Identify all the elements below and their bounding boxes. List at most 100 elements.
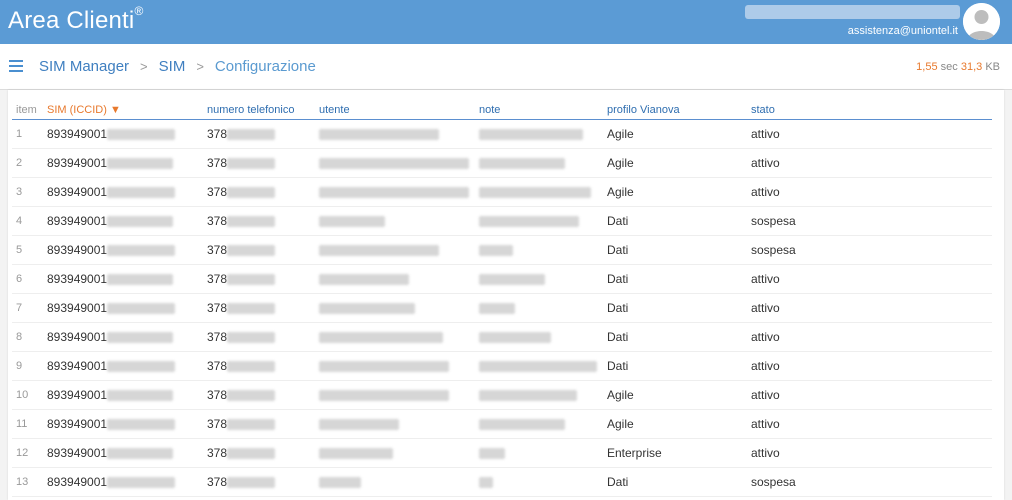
column-header-phone[interactable]: numero telefonico	[203, 102, 315, 120]
column-header-note[interactable]: note	[475, 102, 603, 120]
cell-iccid: 893949001	[43, 148, 203, 178]
breadcrumb-configurazione: Configurazione	[214, 58, 316, 75]
cell-phone: 378	[203, 235, 315, 265]
table-row[interactable]: 5 893949001 378 Dati sospesa	[12, 235, 992, 265]
table-row[interactable]: 4 893949001 378 Dati sospesa	[12, 206, 992, 236]
phone-prefix: 378	[207, 155, 228, 170]
column-header-item[interactable]: item	[12, 102, 43, 120]
cell-item: 1	[12, 119, 43, 149]
cell-stato: attivo	[747, 351, 992, 381]
column-header-iccid[interactable]: SIM (ICCID) ▼	[43, 102, 203, 120]
table-row[interactable]: 3 893949001 378 Agile attivo	[12, 177, 992, 207]
cell-utente	[315, 467, 475, 497]
phone-prefix: 378	[207, 126, 228, 141]
redacted-text	[227, 360, 276, 372]
cell-profilo: Agile	[603, 409, 747, 439]
load-time: 1,55	[916, 61, 938, 73]
app-title: Area Clienti®	[8, 4, 144, 34]
redacted-text	[107, 302, 176, 314]
cell-profilo: Agile	[603, 119, 747, 149]
phone-prefix: 378	[207, 329, 228, 344]
cell-iccid: 893949001	[43, 409, 203, 439]
cell-item: 13	[12, 467, 43, 497]
cell-item: 4	[12, 206, 43, 236]
cell-utente	[315, 235, 475, 265]
table-row[interactable]: 11 893949001 378 Agile attivo	[12, 409, 992, 439]
column-header-utente[interactable]: utente	[315, 102, 475, 120]
redacted-text	[479, 273, 545, 285]
redacted-text	[479, 418, 565, 430]
chevron-right-icon: >	[140, 59, 148, 74]
redacted-text	[227, 273, 276, 285]
table-row[interactable]: 2 893949001 378 Agile attivo	[12, 148, 992, 178]
table-row[interactable]: 1 893949001 378 Agile attivo	[12, 119, 992, 149]
cell-utente	[315, 438, 475, 468]
cell-profilo: Dati	[603, 293, 747, 323]
redacted-text	[479, 447, 505, 459]
cell-stato: attivo	[747, 380, 992, 410]
breadcrumb-sim-manager[interactable]: SIM Manager	[39, 58, 129, 75]
redacted-text	[319, 186, 469, 198]
page-stats: 1,55 sec 31,3 KB	[916, 61, 1000, 73]
cell-item: 10	[12, 380, 43, 410]
cell-iccid: 893949001	[43, 467, 203, 497]
cell-profilo: Agile	[603, 148, 747, 178]
redacted-text	[319, 418, 399, 430]
avatar[interactable]	[963, 3, 1000, 40]
cell-phone: 378	[203, 322, 315, 352]
hamburger-menu-icon[interactable]	[9, 60, 23, 72]
phone-prefix: 378	[207, 300, 228, 315]
table-row[interactable]: 9 893949001 378 Dati attivo	[12, 351, 992, 381]
breadcrumb-bar: SIM Manager > SIM > Configurazione 1,55 …	[0, 44, 1012, 90]
cell-phone: 378	[203, 409, 315, 439]
redacted-text	[107, 389, 174, 401]
cell-note	[475, 409, 603, 439]
redacted-text	[107, 273, 174, 285]
redacted-text	[107, 331, 174, 343]
cell-profilo: Enterprise	[603, 438, 747, 468]
redacted-text	[319, 273, 409, 285]
redacted-text	[227, 128, 276, 140]
cell-utente	[315, 293, 475, 323]
cell-utente	[315, 177, 475, 207]
cell-profilo: Agile	[603, 177, 747, 207]
table-row[interactable]: 13 893949001 378 Dati sospesa	[12, 467, 992, 497]
iccid-prefix: 893949001	[47, 416, 108, 431]
table-row[interactable]: 6 893949001 378 Dati attivo	[12, 264, 992, 294]
cell-item: 6	[12, 264, 43, 294]
breadcrumb-sim[interactable]: SIM	[159, 58, 186, 75]
cell-stato: sospesa	[747, 467, 992, 497]
redacted-text	[227, 157, 276, 169]
table-row[interactable]: 10 893949001 378 Agile attivo	[12, 380, 992, 410]
column-header-stato[interactable]: stato	[747, 102, 992, 120]
redacted-text	[319, 244, 439, 256]
table-row[interactable]: 12 893949001 378 Enterprise attivo	[12, 438, 992, 468]
cell-stato: attivo	[747, 148, 992, 178]
cell-stato: attivo	[747, 409, 992, 439]
breadcrumb: SIM Manager > SIM > Configurazione	[39, 58, 316, 75]
phone-prefix: 378	[207, 358, 228, 373]
cell-iccid: 893949001	[43, 438, 203, 468]
user-name-redacted	[745, 5, 960, 19]
cell-note	[475, 148, 603, 178]
table-row[interactable]: 7 893949001 378 Dati attivo	[12, 293, 992, 323]
cell-phone: 378	[203, 380, 315, 410]
cell-utente	[315, 409, 475, 439]
sim-table: item SIM (ICCID) ▼ numero telefonico ute…	[12, 102, 992, 497]
cell-phone: 378	[203, 177, 315, 207]
redacted-text	[227, 186, 276, 198]
cell-stato: sospesa	[747, 235, 992, 265]
cell-iccid: 893949001	[43, 293, 203, 323]
cell-note	[475, 467, 603, 497]
cell-profilo: Dati	[603, 264, 747, 294]
redacted-text	[319, 389, 449, 401]
table-row[interactable]: 8 893949001 378 Dati attivo	[12, 322, 992, 352]
cell-utente	[315, 119, 475, 149]
cell-stato: attivo	[747, 177, 992, 207]
cell-item: 8	[12, 322, 43, 352]
cell-utente	[315, 380, 475, 410]
cell-note	[475, 380, 603, 410]
column-header-profilo[interactable]: profilo Vianova	[603, 102, 747, 120]
phone-prefix: 378	[207, 445, 228, 460]
iccid-prefix: 893949001	[47, 300, 108, 315]
